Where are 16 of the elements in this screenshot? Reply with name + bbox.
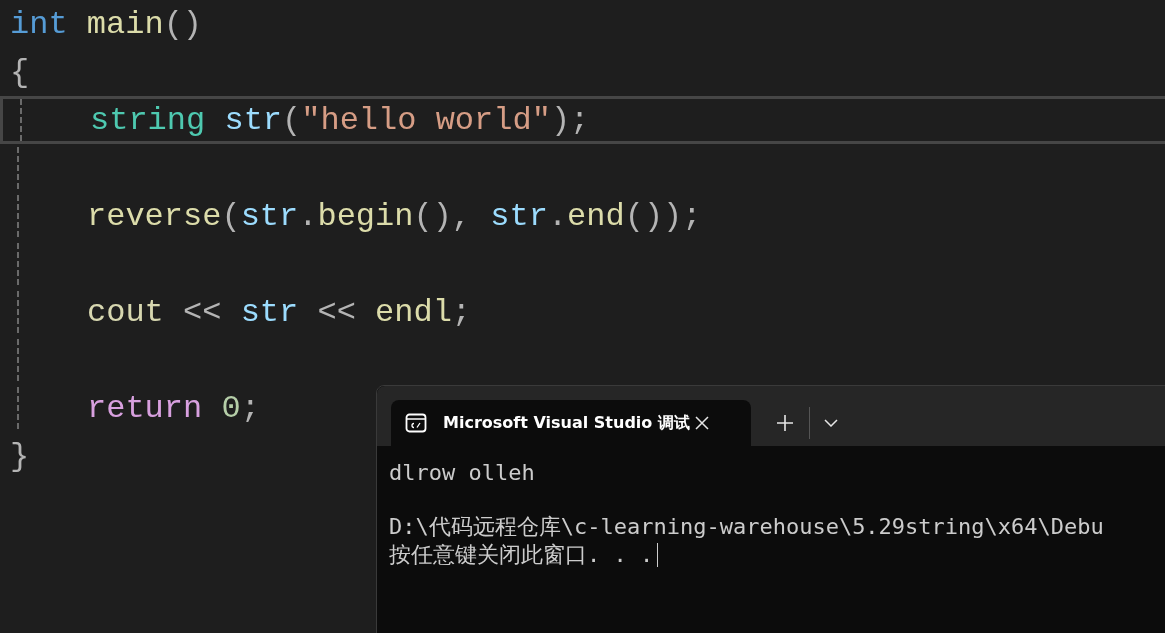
console-output: 按任意键关闭此窗口. . . [389, 541, 654, 569]
dropdown-icon[interactable] [824, 419, 838, 427]
new-tab-icon[interactable] [777, 415, 793, 431]
code-line: reverse(str.begin(), str.end()); [86, 197, 702, 235]
code-line: string str("hello world"); [89, 101, 590, 139]
console-output: dlrow olleh [389, 459, 535, 485]
console-icon [405, 413, 427, 433]
console-output: D:\代码远程仓库\c-learning-warehouse\5.29string\x64\Debu [389, 513, 1104, 541]
close-icon[interactable] [695, 416, 709, 430]
code-line: } [9, 437, 30, 475]
code-line: return 0; [86, 389, 260, 427]
code-line: { [9, 53, 30, 91]
terminal-tab[interactable]: Microsoft Visual Studio 调试 [391, 400, 751, 446]
text-cursor [657, 543, 659, 567]
code-line: cout << str << endl; [86, 293, 472, 331]
code-line: int main() [9, 5, 203, 43]
